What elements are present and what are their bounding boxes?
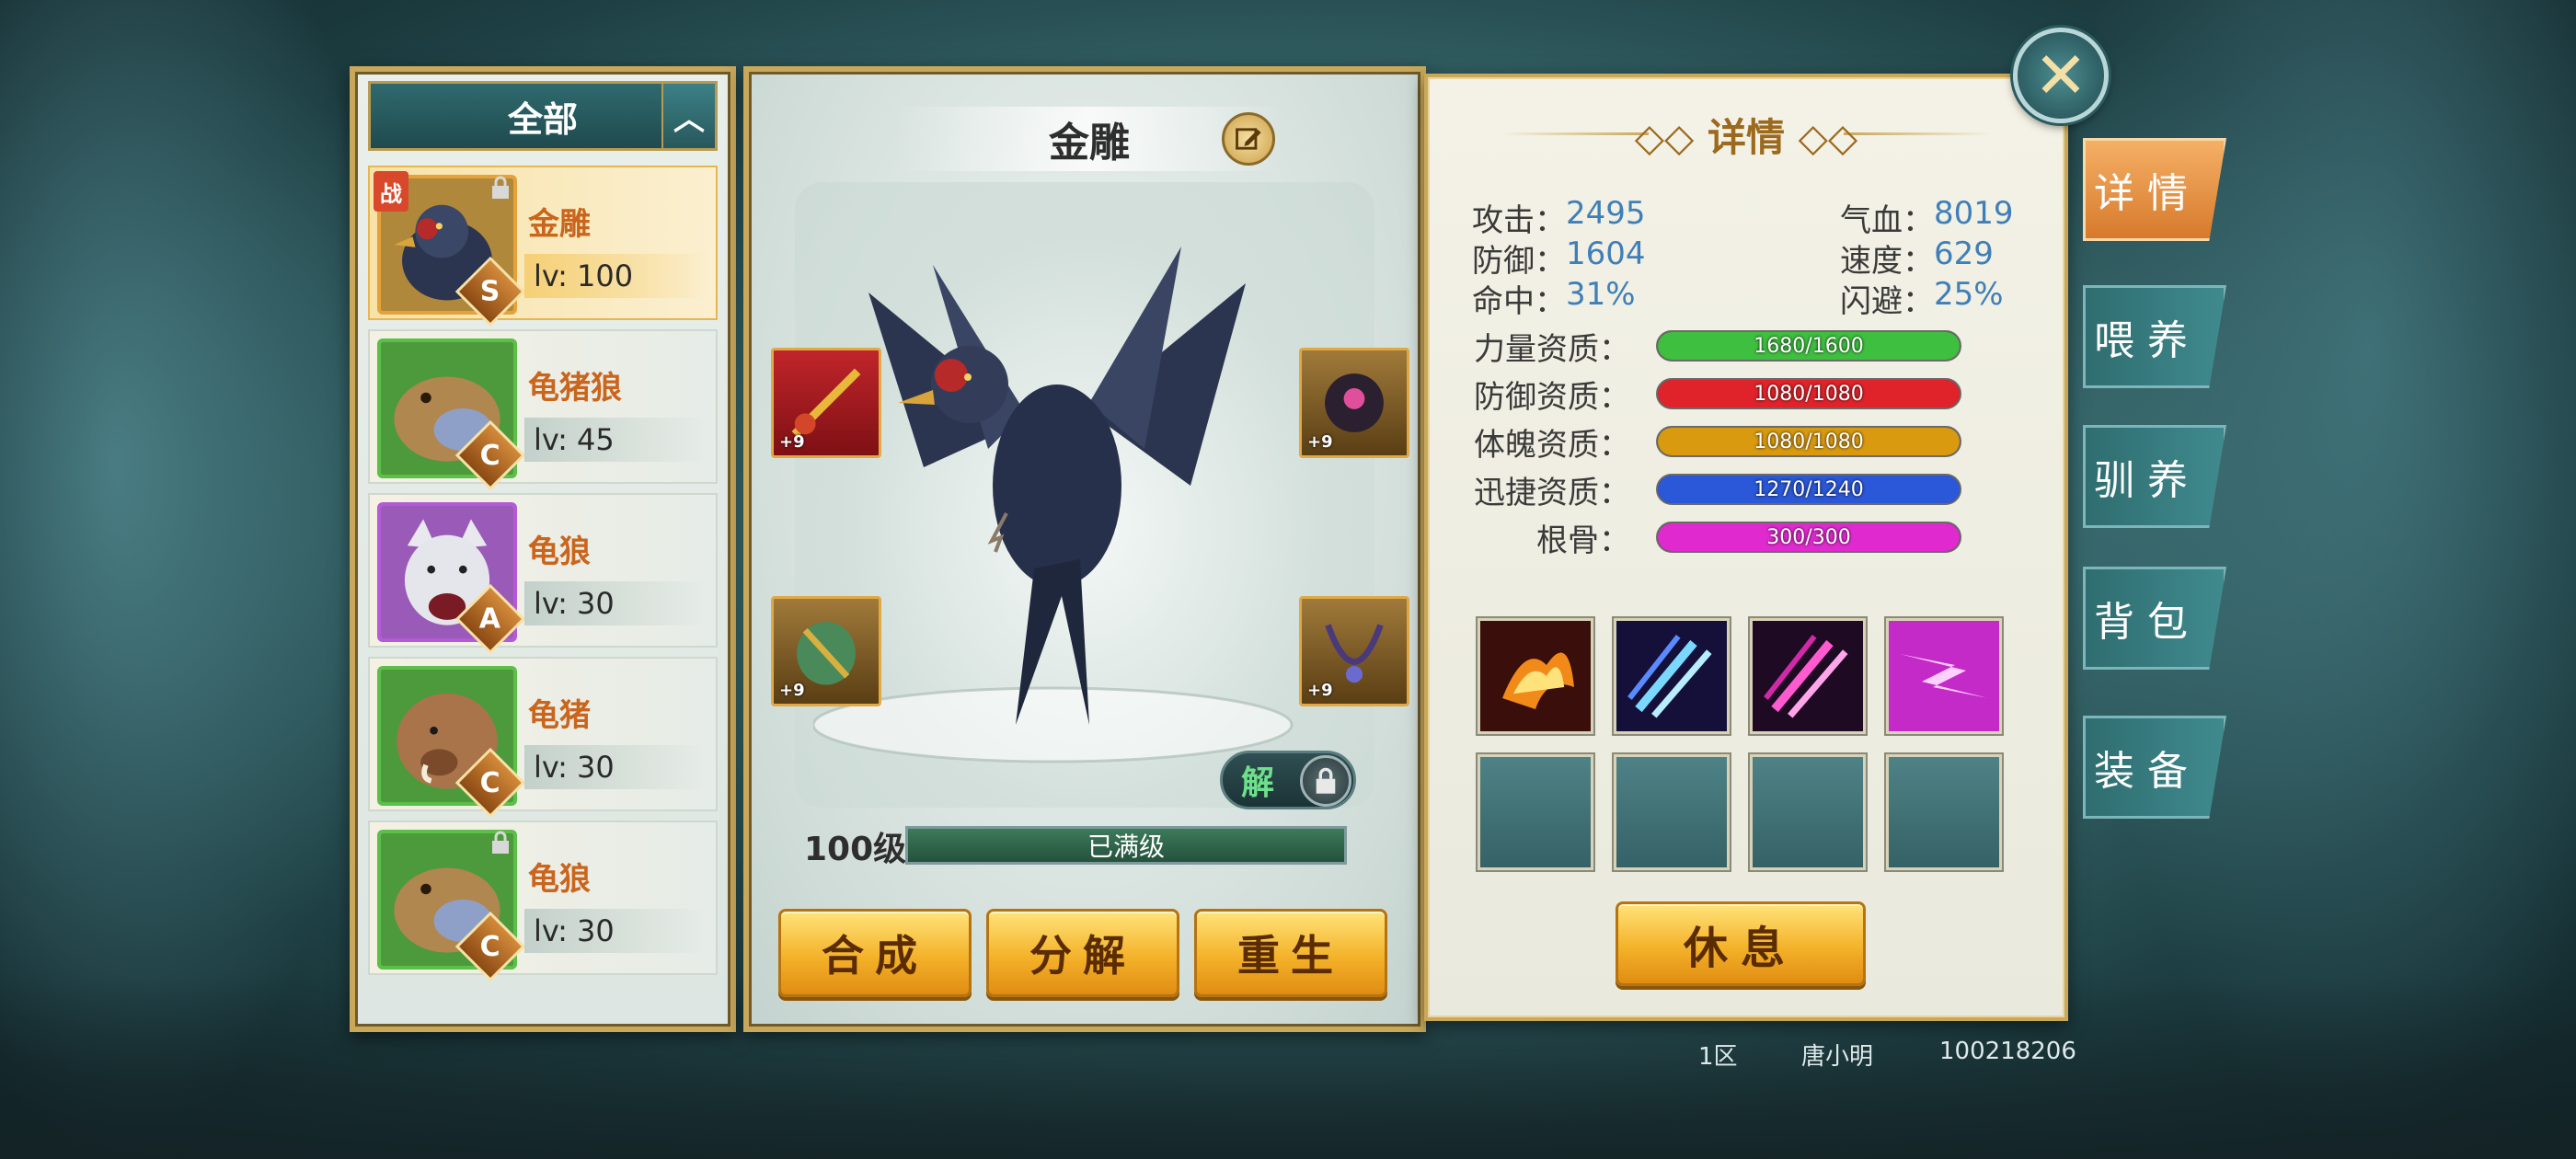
exp-bar: 已满级 bbox=[905, 826, 1347, 865]
unbind-label: 解 bbox=[1241, 764, 1275, 802]
armor-equip-slot[interactable]: +9 bbox=[771, 596, 881, 706]
skill-grid bbox=[1478, 618, 2020, 870]
tab-train[interactable]: 驯养 bbox=[2083, 425, 2226, 528]
sword-equip-slot[interactable]: +9 bbox=[771, 348, 881, 458]
pink-claw-skill-icon[interactable] bbox=[1750, 618, 1866, 734]
attack-label: 攻击： bbox=[1472, 202, 1566, 239]
lock-icon bbox=[1300, 755, 1351, 807]
edit-name-button[interactable] bbox=[1222, 112, 1275, 166]
server-label: 1区 bbox=[1698, 1043, 1738, 1071]
battle-tag: 战 bbox=[374, 171, 408, 212]
lock-icon bbox=[489, 175, 512, 201]
aptitude-row: 迅捷资质： 1270/1240 bbox=[1472, 465, 2024, 513]
tab-equipment[interactable]: 装备 bbox=[2083, 716, 2226, 819]
defense-value: 1604 bbox=[1566, 235, 1646, 272]
pet-list[interactable]: 战 S 金雕 lv: 100 C 龟猪狼 lv: 45 A 龟狼 lv: 30 bbox=[368, 166, 718, 1021]
pet-level: lv: 100 bbox=[524, 254, 708, 298]
aptitude-label: 防御资质： bbox=[1474, 378, 1630, 416]
ice-claw-skill-icon[interactable] bbox=[1614, 618, 1730, 734]
hit-label: 命中： bbox=[1472, 283, 1566, 320]
aptitude-row: 防御资质： 1080/1080 bbox=[1472, 370, 2024, 418]
pet-name: 龟狼 bbox=[528, 861, 591, 898]
stat-grid: 攻击： 2495 气血： 8019 防御： 1604 速度： 629 命中： 31% 闪避… bbox=[1472, 195, 2024, 320]
eagle-model-icon[interactable] bbox=[811, 210, 1384, 808]
empty-skill-slot[interactable] bbox=[1614, 754, 1730, 870]
necklace-equip-slot[interactable]: +9 bbox=[1299, 596, 1409, 706]
player-id: 100218206 bbox=[1939, 1038, 2076, 1065]
stat-row: 防御： 1604 速度： 629 bbox=[1472, 235, 2024, 280]
stat-row: 攻击： 2495 气血： 8019 bbox=[1472, 195, 2024, 239]
rebirth-button[interactable]: 重生 bbox=[1194, 909, 1387, 997]
aptitude-row: 根骨： 300/300 bbox=[1472, 513, 2024, 561]
pet-list-item[interactable]: C 龟猪 lv: 30 bbox=[368, 657, 718, 819]
pet-name: 龟猪 bbox=[528, 697, 591, 734]
aptitude-label: 体魄资质： bbox=[1474, 426, 1630, 464]
unbind-toggle[interactable]: 解 bbox=[1220, 751, 1356, 809]
aptitude-row: 力量资质： 1680/1600 bbox=[1472, 322, 2024, 370]
dodge-label: 闪避： bbox=[1840, 283, 1934, 320]
empty-skill-slot[interactable] bbox=[1478, 754, 1593, 870]
pet-list-item[interactable]: A 龟狼 lv: 30 bbox=[368, 493, 718, 655]
filter-label: 全部 bbox=[507, 98, 578, 140]
detail-panel: ◇◇ 详情 ◇◇ 攻击： 2495 气血： 8019 防御： 1604 速度： 629 … bbox=[1424, 74, 2068, 1021]
filter-dropdown[interactable]: 全部 ︿ bbox=[368, 81, 718, 151]
hp-label: 气血： bbox=[1840, 202, 1934, 239]
pet-level-label: 100级 bbox=[804, 831, 907, 868]
defense-label: 防御： bbox=[1472, 243, 1566, 280]
aptitude-label: 迅捷资质： bbox=[1474, 474, 1630, 511]
combine-button[interactable]: 合成 bbox=[778, 909, 972, 997]
pet-view-panel: 金雕 +9 +9 +9 +9 解 100级 已满级 合成 分解 重生 bbox=[743, 66, 1426, 1032]
speed-value: 629 bbox=[1934, 235, 1994, 272]
magenta-slash-skill-icon[interactable] bbox=[1886, 618, 2002, 734]
decompose-button[interactable]: 分解 bbox=[986, 909, 1179, 997]
tab-bag[interactable]: 背包 bbox=[2083, 567, 2226, 670]
lock-icon bbox=[489, 830, 512, 855]
empty-skill-slot[interactable] bbox=[1886, 754, 2002, 870]
aptitude-label: 根骨： bbox=[1536, 522, 1630, 559]
fire-phoenix-skill-icon[interactable] bbox=[1478, 618, 1593, 734]
rest-button[interactable]: 休息 bbox=[1616, 901, 1866, 986]
chevron-up-icon[interactable]: ︿ bbox=[661, 84, 715, 148]
pet-list-item[interactable]: 战 S 金雕 lv: 100 bbox=[368, 166, 718, 327]
pet-level: lv: 30 bbox=[524, 909, 708, 953]
stat-row: 命中： 31% 闪避： 25% bbox=[1472, 276, 2024, 320]
close-icon[interactable]: ✕ bbox=[2013, 28, 2109, 123]
aptitude-bar: 300/300 bbox=[1656, 522, 1961, 553]
aptitude-bar: 1080/1080 bbox=[1656, 378, 1961, 409]
pet-list-item[interactable]: C 龟狼 lv: 30 bbox=[368, 820, 718, 982]
speed-label: 速度： bbox=[1840, 243, 1934, 280]
empty-skill-slot[interactable] bbox=[1750, 754, 1866, 870]
pencil-icon bbox=[1236, 128, 1261, 150]
tab-feed[interactable]: 喂养 bbox=[2083, 285, 2226, 388]
pet-name: 龟猪狼 bbox=[528, 370, 622, 407]
aptitude-label: 力量资质： bbox=[1474, 330, 1630, 368]
pet-level: lv: 45 bbox=[524, 418, 708, 462]
hit-value: 31% bbox=[1566, 276, 1636, 313]
pet-list-panel: 全部 ︿ 战 S 金雕 lv: 100 C 龟猪狼 lv: 45 A 龟狼 lv… bbox=[350, 66, 736, 1032]
attack-value: 2495 bbox=[1566, 195, 1646, 232]
pet-level: lv: 30 bbox=[524, 745, 708, 789]
pet-name: 金雕 bbox=[528, 206, 591, 243]
aptitude-row: 体魄资质： 1080/1080 bbox=[1472, 418, 2024, 465]
player-name: 唐小明 bbox=[1801, 1043, 1874, 1071]
pet-level: lv: 30 bbox=[524, 581, 708, 625]
aptitude-bar: 1080/1080 bbox=[1656, 426, 1961, 457]
pet-list-item[interactable]: C 龟猪狼 lv: 45 bbox=[368, 329, 718, 491]
hp-value: 8019 bbox=[1934, 195, 2014, 232]
aptitude-bar: 1270/1240 bbox=[1656, 474, 1961, 505]
tab-details[interactable]: 详情 bbox=[2083, 138, 2226, 241]
aptitude-bar: 1680/1600 bbox=[1656, 330, 1961, 361]
detail-title: ◇◇ 详情 ◇◇ bbox=[1634, 115, 1858, 160]
exp-text: 已满级 bbox=[1087, 832, 1165, 862]
claw-equip-slot[interactable]: +9 bbox=[1299, 348, 1409, 458]
pet-name: 龟狼 bbox=[528, 534, 591, 570]
dodge-value: 25% bbox=[1934, 276, 2004, 313]
